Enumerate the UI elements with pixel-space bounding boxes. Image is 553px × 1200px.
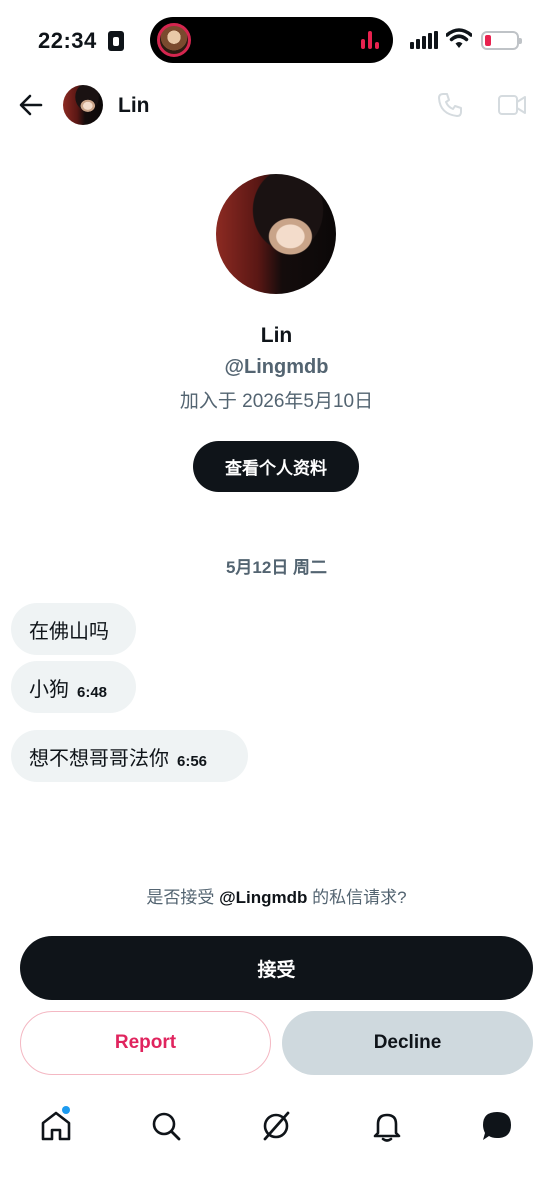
accept-button[interactable]: 接受 [20,936,533,1000]
bell-icon[interactable] [369,1108,405,1144]
notification-dot [62,1106,70,1114]
header-avatar[interactable] [63,85,103,125]
request-handle: @Lingmdb [219,888,308,907]
message-time: 6:48 [77,683,108,701]
header-name[interactable]: Lin [118,94,150,118]
message-time: 6:56 [177,752,208,770]
message-bubble[interactable]: 小狗 6:48 [11,661,136,713]
request-prefix: 是否接受 [146,888,220,907]
report-button[interactable]: Report [20,1011,271,1075]
messages-icon[interactable] [479,1108,515,1144]
message-bubble[interactable]: 在佛山吗 [11,603,136,655]
video-camera-icon[interactable] [497,92,527,118]
view-profile-button[interactable]: 查看个人资料 [193,441,359,492]
id-card-icon [108,31,124,51]
search-icon[interactable] [148,1108,184,1144]
live-activity-avatar [157,23,191,57]
phone-icon[interactable] [436,91,464,119]
dynamic-island[interactable] [150,17,393,63]
profile-handle: @Lingmdb [224,356,329,378]
profile-avatar[interactable] [216,174,336,294]
profile-joined-date: 加入于 2026年5月10日 [179,391,374,412]
audio-bars-icon [361,31,379,49]
back-arrow-icon[interactable] [16,90,46,120]
date-separator: 5月12日 周二 [225,558,328,577]
decline-button[interactable]: Decline [282,1011,533,1075]
message-text: 小狗 [29,678,69,701]
profile-name: Lin [260,324,293,347]
wifi-icon [446,28,472,48]
message-bubble[interactable]: 想不想哥哥法你 6:56 [11,730,248,782]
message-request-prompt: 是否接受 @Lingmdb 的私信请求? [0,883,553,908]
grok-icon[interactable] [258,1108,294,1144]
message-text: 在佛山吗 [29,620,109,643]
message-text: 想不想哥哥法你 [29,747,169,770]
status-time: 22:34 [38,28,97,53]
battery-icon [481,31,522,50]
cellular-signal-icon [410,31,438,49]
request-suffix: 的私信请求? [307,888,407,907]
home-icon[interactable] [38,1108,74,1144]
